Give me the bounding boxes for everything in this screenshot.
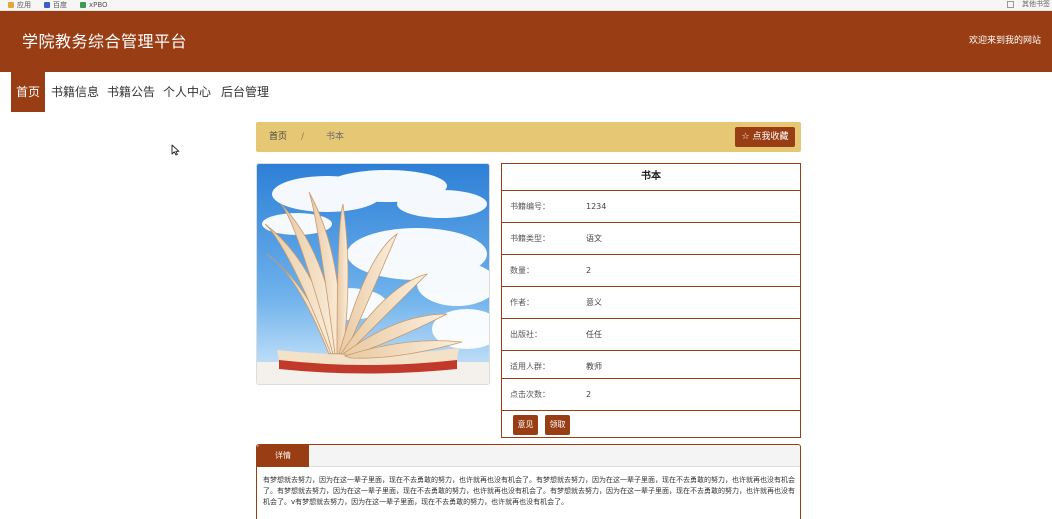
action-row: 意见 领取: [502, 410, 800, 438]
book-info-panel: 书本 书籍编号： 1234 书籍类型： 语文 数量： 2 作者： 意义 出版社：…: [501, 163, 801, 438]
info-value: 任任: [586, 330, 602, 339]
breadcrumb-home[interactable]: 首页: [269, 122, 287, 152]
detail-tab-bar: 详情: [257, 445, 800, 467]
welcome-text: 欢迎来到我的网站: [968, 36, 1041, 46]
bookmark-label: xPBO: [89, 0, 108, 9]
info-value: 意义: [586, 298, 602, 307]
breadcrumb-separator: /: [301, 132, 305, 142]
nav-item-personal-center[interactable]: 个人中心: [161, 72, 213, 112]
bookmark-apps[interactable]: 应用: [8, 0, 31, 10]
info-value: 1234: [586, 202, 607, 211]
info-value: 语文: [586, 234, 602, 243]
book-cover-image: [256, 163, 490, 385]
baidu-icon: [44, 2, 50, 8]
xpbo-icon: [80, 2, 86, 8]
bookmark-label: 应用: [17, 0, 31, 9]
borrow-button[interactable]: 领取: [545, 415, 570, 435]
info-label: 数量：: [510, 266, 534, 275]
favorite-button[interactable]: ☆ 点我收藏: [735, 127, 795, 147]
info-row-book-type: 书籍类型： 语文: [502, 222, 800, 254]
browser-bookmarks-bar: 应用 百度 xPBO 其他书签: [0, 0, 1052, 11]
feedback-button[interactable]: 意见: [513, 415, 538, 435]
open-book-sky-image: [257, 164, 489, 384]
info-row-author: 作者： 意义: [502, 286, 800, 318]
book-title: 书本: [641, 171, 661, 182]
detail-panel: 详情 有梦想就去努力，因为在这一辈子里面，现在不去勇敢的努力，也许就再也没有机会…: [256, 444, 801, 519]
folder-icon: [1007, 1, 1014, 8]
nav-item-book-info[interactable]: 书籍信息: [49, 72, 101, 112]
info-row-book-id: 书籍编号： 1234: [502, 190, 800, 222]
info-label: 作者：: [510, 298, 534, 307]
info-row-publisher: 出版社： 任任: [502, 318, 800, 350]
nav-item-admin[interactable]: 后台管理: [218, 72, 272, 112]
main-nav: 首页 书籍信息 书籍公告 个人中心 后台管理: [0, 72, 1052, 112]
info-label: 书籍编号：: [510, 202, 550, 211]
other-bookmarks[interactable]: 其他书签: [1022, 0, 1050, 9]
bookmark-baidu[interactable]: 百度: [44, 0, 67, 10]
detail-text: 有梦想就去努力，因为在这一辈子里面，现在不去勇敢的努力，也许就再也没有机会了。有…: [263, 476, 795, 506]
nav-item-home[interactable]: 首页: [11, 72, 45, 112]
breadcrumb: 首页 / 书本: [256, 122, 801, 152]
site-header: 学院教务综合管理平台 欢迎来到我的网站: [0, 11, 1052, 72]
info-row-quantity: 数量： 2: [502, 254, 800, 286]
info-label: 出版社：: [510, 330, 542, 339]
apps-icon: [8, 2, 14, 8]
info-value: 2: [586, 390, 592, 399]
info-value: 2: [586, 266, 592, 275]
site-title[interactable]: 学院教务综合管理平台: [22, 31, 187, 53]
breadcrumb-current: 书本: [326, 132, 345, 142]
info-row-clicks: 点击次数： 2: [502, 378, 800, 410]
bookmark-label: 百度: [53, 0, 67, 9]
mouse-cursor-icon: [171, 144, 180, 156]
nav-item-book-notice[interactable]: 书籍公告: [105, 72, 157, 112]
bookmark-xpbo[interactable]: xPBO: [80, 0, 108, 10]
info-label: 书籍类型：: [510, 234, 550, 243]
tab-detail[interactable]: 详情: [257, 445, 309, 467]
info-label: 点击次数：: [510, 390, 550, 399]
